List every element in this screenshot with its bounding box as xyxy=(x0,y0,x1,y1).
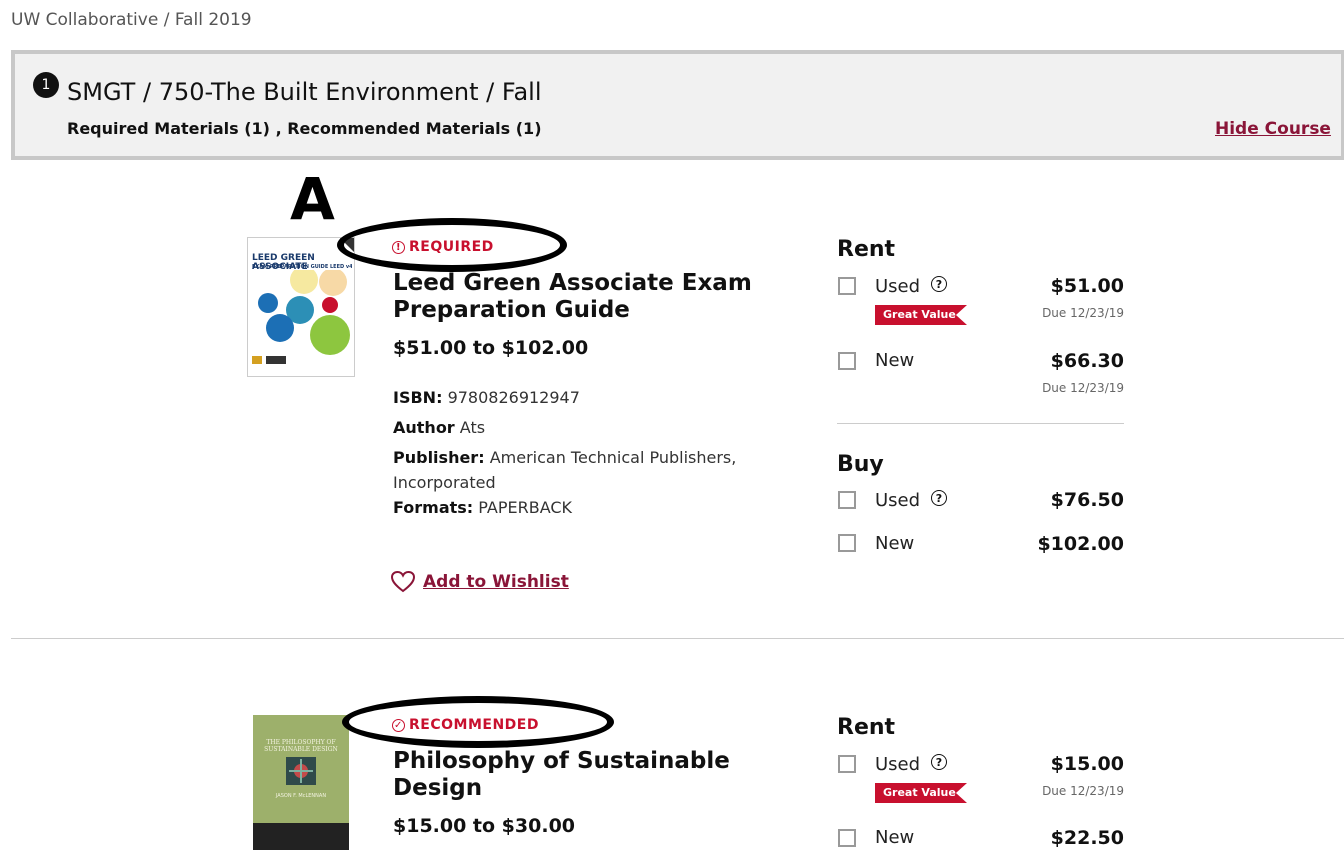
rent-new-label: New xyxy=(875,350,915,371)
rent-heading: Rent xyxy=(837,237,896,262)
options-divider xyxy=(837,423,1124,424)
breadcrumb: UW Collaborative / Fall 2019 xyxy=(11,10,252,30)
buy-used-checkbox[interactable] xyxy=(838,491,856,509)
wishlist-label: Add to Wishlist xyxy=(423,572,569,592)
book-title[interactable]: Leed Green Associate Exam Preparation Gu… xyxy=(393,270,783,324)
rent-used-checkbox[interactable] xyxy=(838,755,856,773)
rent-used-price: $51.00 xyxy=(1050,275,1124,297)
rent-new-due: Due 12/23/19 xyxy=(1042,381,1124,395)
hide-course-link[interactable]: Hide Course xyxy=(1215,119,1331,139)
rent-new-checkbox[interactable] xyxy=(838,829,856,847)
help-icon[interactable]: ? xyxy=(931,276,947,292)
cover-footer-band xyxy=(253,823,349,850)
required-badge: ! REQUIRED xyxy=(392,239,494,255)
price-range: $51.00 to $102.00 xyxy=(393,337,589,359)
rent-new-checkbox[interactable] xyxy=(838,352,856,370)
formats-row: Formats: PAPERBACK xyxy=(393,498,573,517)
author-value: Ats xyxy=(459,418,486,437)
thumbs-up-icon: ✓ xyxy=(392,718,405,732)
buy-new-label: New xyxy=(875,533,915,554)
publisher-row: Publisher: American Technical Publishers… xyxy=(393,448,737,492)
recommended-badge: ✓ RECOMMENDED xyxy=(392,717,539,733)
rent-used-due: Due 12/23/19 xyxy=(1042,784,1124,798)
cover-illustration xyxy=(252,270,350,364)
rent-used-label: Used xyxy=(875,754,921,775)
book-title[interactable]: Philosophy of Sustainable Design xyxy=(393,748,783,802)
rent-used-due: Due 12/23/19 xyxy=(1042,306,1124,320)
book-divider xyxy=(11,638,1344,639)
annotation-letter: A xyxy=(290,165,335,233)
course-number-badge: 1 xyxy=(33,72,59,98)
cover-illustration xyxy=(286,757,316,785)
isbn-row: ISBN: 9780826912947 xyxy=(393,388,580,407)
alert-icon: ! xyxy=(392,240,405,254)
buy-new-price: $102.00 xyxy=(1037,533,1124,555)
course-title: SMGT / 750-The Built Environment / Fall xyxy=(67,78,542,106)
help-icon[interactable]: ? xyxy=(931,754,947,770)
great-value-badge: Great Value xyxy=(875,783,967,803)
buy-heading: Buy xyxy=(837,452,884,477)
isbn-value: 9780826912947 xyxy=(447,388,580,407)
book-meta: ISBN: 9780826912947 Author Ats Publisher… xyxy=(393,385,773,520)
required-badge-label: REQUIRED xyxy=(409,239,494,255)
buy-new-checkbox[interactable] xyxy=(838,534,856,552)
great-value-badge: Great Value xyxy=(875,305,967,325)
rent-used-label: Used xyxy=(875,276,921,297)
help-icon[interactable]: ? xyxy=(931,490,947,506)
author-row: Author Ats xyxy=(393,418,486,437)
buy-used-price: $76.50 xyxy=(1050,489,1124,511)
buy-used-label: Used xyxy=(875,490,921,511)
materials-summary: Required Materials (1) , Recommended Mat… xyxy=(67,119,542,138)
book-cover-philosophy[interactable]: THE PHILOSOPHY OF SUSTAINABLE DESIGN JAS… xyxy=(253,715,349,850)
formats-value: PAPERBACK xyxy=(478,498,573,517)
rent-new-price: $66.30 xyxy=(1050,350,1124,372)
cover-title: THE PHILOSOPHY OF SUSTAINABLE DESIGN xyxy=(264,739,338,753)
rent-used-price: $15.00 xyxy=(1050,753,1124,775)
heart-icon xyxy=(391,571,415,593)
book-cover-leed[interactable]: LEED GREEN ASSOCIATE EXAM PREPARATION GU… xyxy=(247,237,355,377)
rent-heading: Rent xyxy=(837,715,896,740)
rent-used-checkbox[interactable] xyxy=(838,277,856,295)
price-range: $15.00 to $30.00 xyxy=(393,815,576,837)
rent-new-price: $22.50 xyxy=(1050,827,1124,849)
cover-author: JASON F. McLENNAN xyxy=(275,793,327,799)
recommended-badge-label: RECOMMENDED xyxy=(409,717,539,733)
add-to-wishlist-link[interactable]: Add to Wishlist xyxy=(391,571,569,593)
